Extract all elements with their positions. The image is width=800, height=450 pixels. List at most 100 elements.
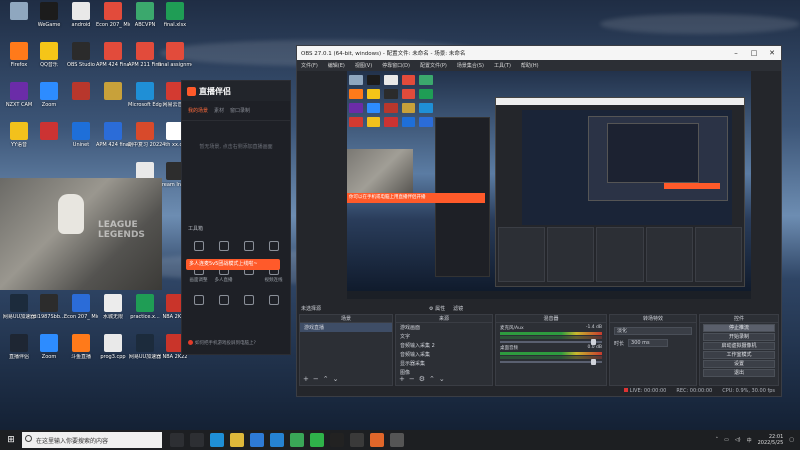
close-icon[interactable]: ✕ (763, 49, 781, 57)
tray-chevron-icon[interactable]: ˄ (716, 437, 719, 443)
desktop-icon[interactable]: Zoom (32, 82, 66, 108)
vscode-icon[interactable] (270, 433, 284, 447)
desktop-icon[interactable]: APM 424 Final .pdf (96, 42, 130, 68)
desktop-icon[interactable]: Econ 207_ Midterm II... (96, 2, 130, 28)
desktop-icon[interactable]: Econ 207_ Midterm ... (64, 294, 98, 320)
network-icon[interactable]: ▭ (724, 437, 729, 443)
volume-slider[interactable] (500, 339, 602, 345)
obs-window[interactable]: OBS 27.0.1 (64-bit, windows) - 配置文件: 未命名… (296, 45, 782, 397)
desktop-icon[interactable]: 期中复习 2022年答... (128, 122, 162, 148)
toolbox-item[interactable] (261, 295, 286, 307)
up-icon[interactable]: ⌃ (429, 375, 435, 383)
live-icon[interactable] (370, 433, 384, 447)
tab-window-record[interactable]: 窗口录制 (230, 107, 250, 114)
tab-my-scenes[interactable]: 我的场景 (188, 107, 208, 114)
source-item[interactable]: 音频输入采集 (396, 350, 492, 359)
windows-start-icon[interactable]: ⊞ (0, 430, 22, 450)
transition-select[interactable]: 淡化 (614, 327, 692, 335)
menu-item[interactable]: 帮助(H) (521, 62, 539, 69)
desktop-icon[interactable] (96, 82, 130, 102)
control-button[interactable]: 启动虚拟摄像机 (703, 342, 775, 350)
explorer-icon[interactable] (230, 433, 244, 447)
desktop-icon[interactable]: 水城无限 (96, 294, 130, 320)
toolbox-item[interactable] (186, 241, 211, 253)
chrome-icon[interactable] (290, 433, 304, 447)
minimize-icon[interactable]: – (727, 49, 745, 57)
desktop-icon[interactable]: Firefox (2, 42, 36, 68)
desktop-icon[interactable]: Uninet (64, 122, 98, 148)
add-icon[interactable]: + (303, 375, 309, 383)
taskbar-search[interactable]: 在这里输入你要搜索的内容 (22, 432, 162, 448)
stream-app-window[interactable]: 直播伴侣 我的场景 素材 窗口录制 暂无场景, 点击右侧添加直播画面 工具箱 画… (181, 80, 291, 355)
menu-item[interactable]: 视图(V) (355, 62, 372, 69)
wechat-icon[interactable] (310, 433, 324, 447)
desktop-icon[interactable]: 直播伴侣 (2, 334, 36, 360)
toolbox-item[interactable] (236, 241, 261, 253)
volume-slider[interactable] (500, 359, 602, 365)
qq-icon[interactable] (330, 433, 344, 447)
remove-icon[interactable]: − (313, 375, 319, 383)
desktop-icon[interactable]: final assignment73... (158, 42, 192, 68)
toolbox-item[interactable] (236, 295, 261, 307)
store-icon[interactable] (250, 433, 264, 447)
duration-input[interactable]: 300 ms (628, 339, 669, 347)
menu-item[interactable]: 工具(T) (494, 62, 511, 69)
obs-preview[interactable]: 你可以在手机或电脑上用直播伴侣开播 (347, 71, 751, 299)
maximize-icon[interactable]: □ (745, 49, 763, 57)
menu-item[interactable]: 停靠窗口(D) (382, 62, 410, 69)
tab-materials[interactable]: 素材 (214, 107, 224, 114)
desktop-icon[interactable]: QQ音乐 (32, 42, 66, 68)
source-item[interactable]: 游戏画面 (396, 323, 492, 332)
desktop-icon[interactable]: APM 211 Final Scor... (128, 42, 162, 68)
slider-knob[interactable] (591, 339, 596, 345)
source-item[interactable]: 显示器采集 (396, 359, 492, 368)
desktop-icon[interactable]: prog3.cpp (96, 334, 130, 360)
desktop-icon[interactable] (2, 2, 36, 22)
desktop-icon[interactable] (64, 82, 98, 102)
desktop-icon[interactable]: ABCVPN (128, 2, 162, 28)
desktop-icon[interactable]: di1987Sbb... (32, 294, 66, 320)
source-item[interactable]: 文字 (396, 332, 492, 341)
obs-titlebar[interactable]: OBS 27.0.1 (64-bit, windows) - 配置文件: 未命名… (297, 46, 781, 60)
promo-banner[interactable]: 多人连麦5v5团战模式上线啦~ (186, 259, 280, 270)
menu-item[interactable]: 编辑(E) (328, 62, 345, 69)
toolbox-item[interactable] (211, 295, 236, 307)
gear-icon[interactable]: ⚙ (419, 375, 425, 383)
desktop-icon[interactable]: android (64, 2, 98, 28)
ime-icon[interactable]: 中 (747, 437, 752, 444)
toolbox-item[interactable] (261, 241, 286, 253)
app-icon[interactable] (390, 433, 404, 447)
desktop-icon[interactable]: NZXT CAM (2, 82, 36, 108)
remove-icon[interactable]: − (409, 375, 415, 383)
taskbar-clock[interactable]: 22:01 2022/5/25 (758, 434, 784, 446)
control-button[interactable]: 退出 (703, 369, 775, 377)
desktop-icon[interactable]: YY语音 (2, 122, 36, 148)
menu-item[interactable]: 文件(F) (301, 62, 318, 69)
slider-knob[interactable] (591, 359, 596, 365)
down-icon[interactable]: ⌄ (439, 375, 445, 383)
desktop-icon[interactable]: APM 424 final.docx (96, 122, 130, 148)
cortana-icon[interactable] (190, 433, 204, 447)
desktop-icon[interactable]: 网易UU加速器 (128, 334, 162, 360)
add-icon[interactable]: + (399, 375, 405, 383)
task-view-icon[interactable] (170, 433, 184, 447)
source-item[interactable]: 音频输入采集 2 (396, 341, 492, 350)
toolbox-item[interactable] (186, 295, 211, 307)
notification-icon[interactable]: ▢ (789, 437, 794, 443)
desktop-icon[interactable]: Zoom (32, 334, 66, 360)
menu-item[interactable]: 配置文件(P) (420, 62, 447, 69)
obs-icon[interactable] (350, 433, 364, 447)
control-button[interactable]: 开始录制 (703, 333, 775, 341)
edge-icon[interactable] (210, 433, 224, 447)
volume-icon[interactable]: ◁) (735, 437, 741, 443)
desktop-icon[interactable]: final.xlsx (158, 2, 192, 28)
desktop-icon[interactable]: OBS Studio (64, 42, 98, 68)
desktop-icon[interactable]: 斗鱼直播 (64, 334, 98, 360)
desktop-icon[interactable]: WeGame (32, 2, 66, 28)
down-icon[interactable]: ⌄ (333, 375, 339, 383)
up-icon[interactable]: ⌃ (323, 375, 329, 383)
control-button[interactable]: 停止推流 (703, 324, 775, 332)
toolbox-item[interactable] (211, 241, 236, 253)
control-button[interactable]: 设置 (703, 360, 775, 368)
desktop-icon[interactable] (32, 122, 66, 142)
